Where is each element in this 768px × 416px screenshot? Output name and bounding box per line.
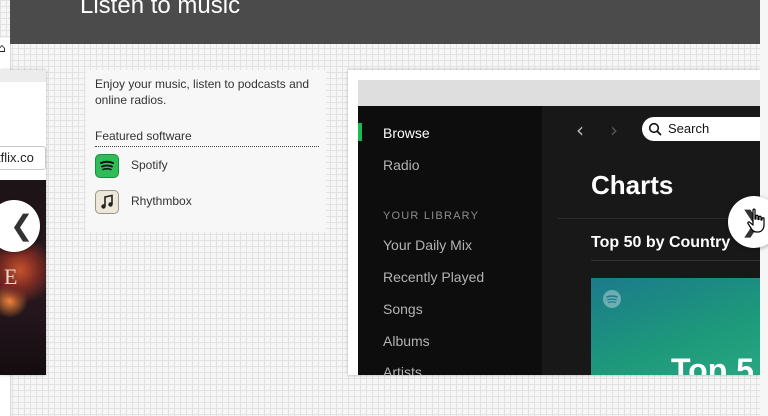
software-name: Rhythmbox bbox=[131, 194, 192, 208]
library-item: Albums bbox=[383, 333, 430, 349]
nav-item-radio: Radio bbox=[383, 157, 420, 173]
software-name: Spotify bbox=[131, 158, 168, 172]
chevron-left-icon: ❮ bbox=[10, 209, 34, 242]
featured-divider bbox=[95, 146, 319, 147]
home-icon[interactable]: ⌂ bbox=[0, 42, 10, 54]
library-item: Recently Played bbox=[383, 269, 485, 285]
section-divider bbox=[591, 260, 760, 261]
description-text: Enjoy your music, listen to podcasts and… bbox=[95, 77, 310, 107]
nav-item-browse: Browse bbox=[383, 125, 430, 141]
software-item-rhythmbox[interactable]: Rhythmbox bbox=[95, 190, 295, 214]
featured-software-heading: Featured software bbox=[95, 129, 192, 143]
spotify-search-box: Search bbox=[642, 117, 760, 141]
spotify-logo-icon bbox=[603, 290, 621, 308]
window-title: Listen to music bbox=[80, 0, 241, 19]
library-item: Your Daily Mix bbox=[383, 237, 472, 253]
section-title: Top 50 by Country bbox=[591, 234, 731, 251]
library-item: Songs bbox=[383, 301, 423, 317]
active-nav-indicator bbox=[358, 123, 362, 141]
top50-playlist-card: Top 5 bbox=[591, 278, 760, 375]
hand-pointer-cursor-icon bbox=[746, 208, 768, 234]
card-title: Top 5 bbox=[671, 352, 754, 375]
preview-topbar bbox=[0, 70, 46, 82]
search-label: Search bbox=[668, 121, 710, 136]
description-panel: Enjoy your music, listen to podcasts and… bbox=[86, 70, 326, 232]
title-bar: Listen to music bbox=[10, 0, 760, 44]
forward-arrow-icon: › bbox=[610, 118, 618, 142]
poster-letter: E bbox=[4, 264, 18, 289]
library-heading: YOUR LIBRARY bbox=[383, 210, 480, 222]
spotify-icon bbox=[95, 154, 119, 178]
spotify-app-view: Browse Radio YOUR LIBRARY Your Daily Mix… bbox=[358, 106, 760, 375]
preview-url-bar: tflix.co bbox=[0, 146, 46, 170]
search-icon bbox=[648, 122, 662, 136]
software-item-spotify[interactable]: Spotify bbox=[95, 154, 295, 178]
rhythmbox-icon bbox=[95, 190, 119, 214]
charts-title: Charts bbox=[591, 170, 674, 200]
spotify-sidebar: Browse Radio YOUR LIBRARY Your Daily Mix… bbox=[358, 106, 542, 375]
library-item: Artists bbox=[383, 364, 422, 375]
spotify-main: ‹ › Search Charts Top 50 by Country Top … bbox=[542, 106, 760, 375]
screenshot-titlebar bbox=[358, 80, 760, 107]
app-screenshot: Browse Radio YOUR LIBRARY Your Daily Mix… bbox=[348, 70, 760, 375]
back-arrow-icon: ‹ bbox=[576, 118, 584, 142]
